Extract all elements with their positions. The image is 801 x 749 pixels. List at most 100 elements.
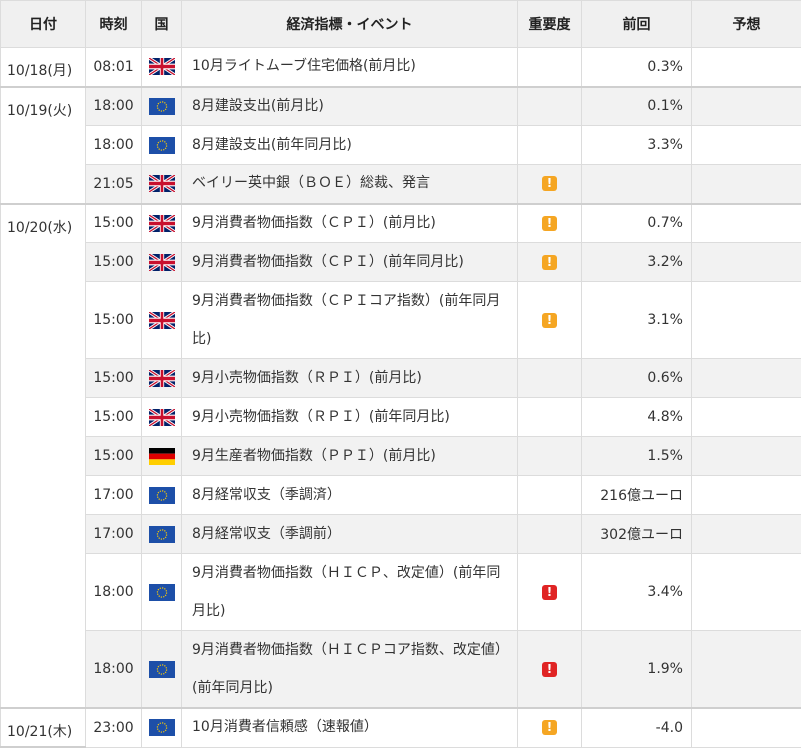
forecast-cell — [691, 281, 801, 359]
event-cell: 9月消費者物価指数（ＣＰＩ）(前月比) — [181, 202, 518, 243]
previous-cell: 4.8% — [581, 397, 692, 437]
time-cell: 17:00 — [85, 514, 142, 554]
forecast-cell — [691, 358, 801, 398]
country-cell — [141, 707, 182, 748]
importance-medium-icon: ! — [542, 720, 557, 736]
country-cell — [141, 514, 182, 554]
importance-cell: ! — [517, 630, 582, 709]
time-cell: 18:00 — [85, 85, 142, 126]
importance-medium-icon: ! — [542, 312, 557, 328]
importance-high-icon: ! — [542, 661, 557, 677]
importance-cell: ! — [517, 242, 582, 282]
eu-flag-icon — [148, 136, 175, 154]
table-row: 10/21(木) 23:00 10月消費者信頼感（速報値）! -4.0 — [0, 707, 801, 748]
table-row: 10/20(水) 15:00 9月消費者物価指数（ＣＰＩ）(前月比)! 0.7% — [0, 202, 801, 709]
forecast-cell — [691, 85, 801, 126]
forecast-cell — [691, 436, 801, 476]
eu-flag-icon — [148, 97, 175, 115]
header-importance: 重要度 — [517, 0, 582, 48]
previous-cell: 1.9% — [581, 630, 692, 709]
importance-cell: ! — [517, 281, 582, 359]
date-cell: 10/19(火) — [0, 85, 86, 205]
event-cell: 9月消費者物価指数（ＣＰＩコア指数）(前年同月比) — [181, 281, 518, 359]
time-cell: 21:05 — [85, 164, 142, 204]
header-previous: 前回 — [581, 0, 692, 48]
time-cell: 15:00 — [85, 397, 142, 437]
importance-cell: ! — [517, 202, 582, 243]
header-country: 国 — [141, 0, 182, 48]
eu-flag-icon — [148, 660, 175, 678]
forecast-cell — [691, 164, 801, 204]
importance-cell — [517, 125, 582, 165]
time-cell: 17:00 — [85, 475, 142, 515]
time-cell: 15:00 — [85, 281, 142, 359]
time-cell: 15:00 — [85, 358, 142, 398]
previous-cell: 0.7% — [581, 202, 692, 243]
forecast-cell — [691, 707, 801, 748]
importance-cell — [517, 514, 582, 554]
table-row: 18:00 9月消費者物価指数（ＨＩＣＰ、改定値）(前年同月比)! 3.4% — [1, 553, 801, 631]
importance-cell — [517, 358, 582, 398]
event-cell: 10月ライトムーブ住宅価格(前月比) — [181, 47, 518, 87]
table-row: 15:00 9月生産者物価指数（ＰＰＩ）(前月比) 1.5% — [1, 436, 801, 476]
importance-cell — [517, 85, 582, 126]
uk-flag-icon — [148, 311, 175, 329]
forecast-cell — [691, 202, 801, 243]
event-cell: 9月消費者物価指数（ＣＰＩ）(前年同月比) — [181, 242, 518, 282]
table-row: 15:00 9月小売物価指数（ＲＰＩ）(前月比) 0.6% — [1, 358, 801, 398]
uk-flag-icon — [148, 369, 175, 387]
event-cell: 10月消費者信頼感（速報値） — [181, 707, 518, 748]
table-row: 18:00 8月建設支出(前年同月比) 3.3% — [1, 125, 801, 165]
table-row: 18:00 9月消費者物価指数（ＨＩＣＰコア指数、改定値）(前年同月比)! 1.9% — [1, 630, 801, 709]
forecast-cell — [691, 242, 801, 282]
time-cell: 08:01 — [85, 47, 142, 87]
country-cell — [141, 242, 182, 282]
germany-flag-icon — [148, 447, 175, 465]
table-row: 17:00 8月経常収支（季調前） 302億ユーロ — [1, 514, 801, 554]
event-cell: 9月消費者物価指数（ＨＩＣＰコア指数、改定値）(前年同月比) — [181, 630, 518, 709]
previous-cell: 3.2% — [581, 242, 692, 282]
date-cell: 10/18(月) — [0, 47, 86, 88]
importance-cell: ! — [517, 164, 582, 204]
forecast-cell — [691, 397, 801, 437]
uk-flag-icon — [148, 214, 175, 232]
country-cell — [141, 85, 182, 126]
previous-cell: 0.1% — [581, 85, 692, 126]
event-cell: 8月建設支出(前年同月比) — [181, 125, 518, 165]
header-event: 経済指標・イベント — [181, 0, 518, 48]
table-row: 10/18(月) 08:01 10月ライトムーブ住宅価格(前月比) 0.3% — [0, 47, 801, 88]
eu-flag-icon — [148, 525, 175, 543]
calendar-body: 10/18(月) 08:01 10月ライトムーブ住宅価格(前月比) 0.3% 10/19… — [0, 47, 801, 748]
time-cell: 23:00 — [85, 707, 142, 748]
importance-cell — [517, 397, 582, 437]
country-cell — [141, 47, 182, 87]
country-cell — [141, 397, 182, 437]
time-cell: 15:00 — [85, 436, 142, 476]
time-cell: 15:00 — [85, 242, 142, 282]
table-row: 15:00 9月消費者物価指数（ＣＰＩ）(前年同月比)! 3.2% — [1, 242, 801, 282]
header-date: 日付 — [0, 0, 86, 48]
forecast-cell — [691, 47, 801, 87]
date-cell: 10/20(水) — [0, 202, 86, 709]
importance-cell — [517, 47, 582, 87]
country-cell — [141, 436, 182, 476]
time-cell: 18:00 — [85, 553, 142, 631]
previous-cell — [581, 164, 692, 204]
forecast-cell — [691, 514, 801, 554]
importance-medium-icon: ! — [542, 254, 557, 270]
importance-medium-icon: ! — [542, 176, 557, 192]
country-cell — [141, 164, 182, 204]
previous-cell: 3.3% — [581, 125, 692, 165]
importance-cell — [517, 436, 582, 476]
event-cell: 9月小売物価指数（ＲＰＩ）(前月比) — [181, 358, 518, 398]
uk-flag-icon — [148, 408, 175, 426]
event-cell: 8月経常収支（季調前） — [181, 514, 518, 554]
uk-flag-icon — [148, 175, 175, 193]
previous-cell: 216億ユーロ — [581, 475, 692, 515]
header-row: 日付 時刻 国 経済指標・イベント 重要度 前回 予想 — [0, 0, 801, 48]
event-cell: 8月経常収支（季調済） — [181, 475, 518, 515]
uk-flag-icon — [148, 58, 175, 76]
forecast-cell — [691, 475, 801, 515]
importance-high-icon: ! — [542, 584, 557, 600]
forecast-cell — [691, 125, 801, 165]
